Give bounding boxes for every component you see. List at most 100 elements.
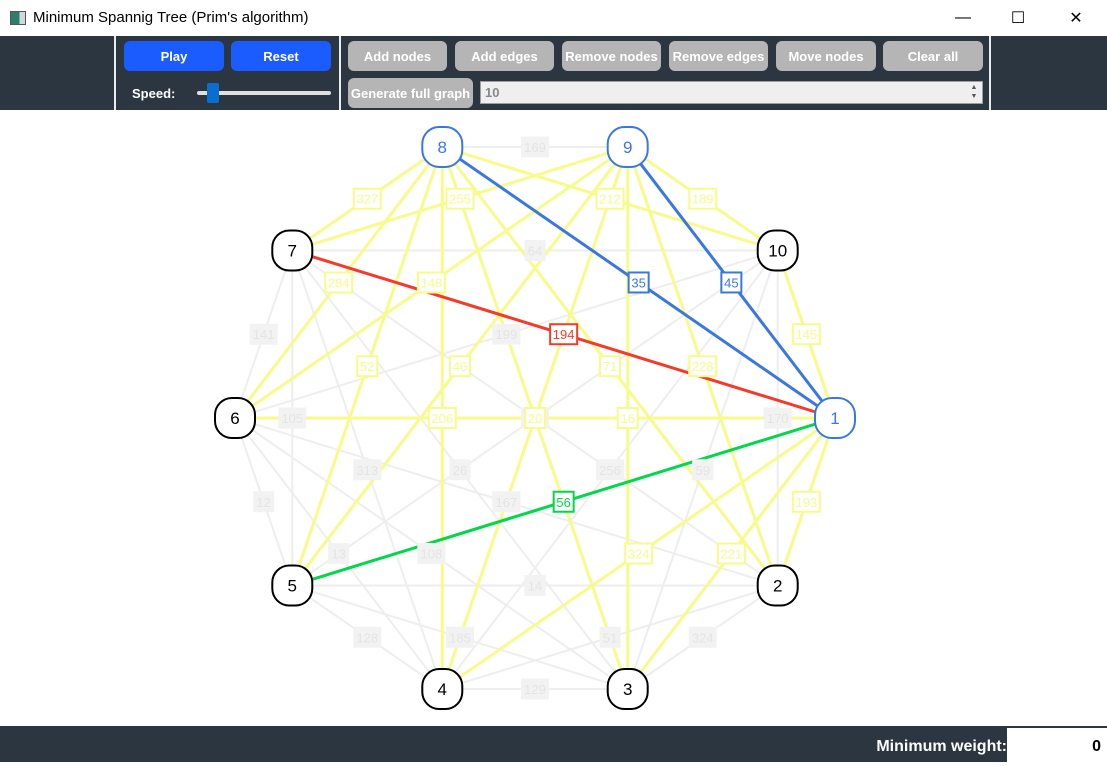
edge-weight-text: 256: [599, 463, 621, 478]
edge-weight-label: 148: [416, 271, 446, 294]
edge-weight-text: 327: [356, 192, 378, 207]
edge-weight-text: 199: [496, 327, 518, 342]
edge-weight-text: 170: [767, 411, 789, 426]
edge-weight-text: 206: [431, 411, 453, 426]
node-label: 1: [830, 409, 839, 428]
edge-weight-text: 13: [331, 547, 345, 562]
edge-weight-label: 324: [624, 542, 654, 565]
edge-weight-text: 221: [721, 547, 743, 562]
node-1[interactable]: 1: [814, 397, 856, 439]
generate-full-graph-button[interactable]: Generate full graph: [348, 78, 473, 108]
edge-weight-text: 105: [281, 411, 303, 426]
edge-weight-text: 228: [692, 359, 714, 374]
edge-weight-text: 26: [453, 463, 467, 478]
edge-weight-text: 45: [724, 275, 738, 290]
spin-arrows[interactable]: ▲ ▼: [968, 83, 980, 102]
minimum-weight-label: Minimum weight:: [876, 738, 1007, 755]
node-label: 7: [288, 241, 297, 260]
edge-weight-label: 20: [524, 407, 546, 429]
edge-weight-text: 284: [328, 275, 350, 290]
add-nodes-button[interactable]: Add nodes: [348, 41, 447, 71]
edge-weight-text: 194: [553, 327, 575, 342]
edge-weight-text: 12: [256, 495, 270, 510]
edge-weight-label: 64: [524, 239, 546, 261]
edge-weight-label: 59: [692, 459, 714, 481]
graph-canvas[interactable]: 1696410564517019913108313167256312265914…: [0, 110, 1107, 726]
edge-weight-label: 51: [599, 626, 621, 648]
edge-weight-text: 128: [356, 630, 378, 645]
edge-weight-label: 12: [253, 491, 275, 513]
edge-weight-text: 129: [524, 682, 546, 697]
minimize-button[interactable]: —: [940, 0, 986, 36]
node-label: 10: [768, 241, 787, 260]
node-count-spinbox[interactable]: 10 ▲ ▼: [480, 81, 983, 104]
edge-weight-label: 52: [356, 355, 379, 378]
edge-weight-label: 194: [549, 323, 579, 346]
edge-weight-label: 212: [595, 187, 625, 210]
node-label: 8: [438, 138, 447, 157]
edge-weight-text: 324: [692, 630, 714, 645]
edge-weight-text: 64: [528, 243, 542, 258]
edge-weight-label: 170: [763, 407, 792, 429]
edge-weight-label: 169: [521, 136, 549, 158]
node-6[interactable]: 6: [214, 397, 256, 439]
node-label: 5: [288, 577, 297, 596]
edge-weight-label: 206: [427, 407, 457, 429]
title-bar: Minimum Spannig Tree (Prim's algorithm) …: [0, 0, 1107, 36]
node-3[interactable]: 3: [606, 668, 649, 711]
node-5[interactable]: 5: [271, 564, 314, 607]
move-nodes-button[interactable]: Move nodes: [776, 41, 876, 71]
reset-button[interactable]: Reset: [231, 41, 331, 71]
edge-weight-label: 35: [627, 271, 650, 294]
edge-weight-label: 256: [596, 459, 624, 481]
edge-weight-label: 71: [599, 355, 621, 378]
node-label: 2: [773, 577, 782, 596]
edge-weight-label: 193: [791, 490, 821, 513]
edge-weight-label: 45: [720, 271, 743, 294]
maximize-button[interactable]: ☐: [995, 0, 1041, 36]
edge-weight-label: 189: [688, 187, 718, 210]
edge-weight-label: 14: [524, 575, 546, 597]
clear-all-button[interactable]: Clear all: [883, 41, 983, 71]
node-10[interactable]: 10: [756, 229, 799, 272]
close-button[interactable]: ✕: [1053, 0, 1099, 36]
node-4[interactable]: 4: [421, 668, 464, 711]
edge-weight-text: 59: [695, 463, 709, 478]
edge-weight-text: 169: [524, 140, 546, 155]
edge-weight-text: 51: [603, 630, 617, 645]
edge-weight-text: 71: [603, 359, 617, 374]
edge-weight-text: 20: [528, 411, 542, 426]
play-button[interactable]: Play: [124, 41, 224, 71]
speed-label: Speed:: [132, 86, 176, 101]
edge-weight-text: 145: [796, 327, 818, 342]
node-2[interactable]: 2: [756, 564, 799, 607]
edge-weight-text: 35: [631, 275, 645, 290]
edge-weight-label: 105: [278, 407, 307, 429]
edge-weight-text: 189: [692, 192, 714, 207]
edge-weight-label: 26: [449, 459, 471, 481]
add-edges-button[interactable]: Add edges: [455, 41, 554, 71]
edge-weight-text: 108: [421, 547, 443, 562]
remove-edges-button[interactable]: Remove edges: [669, 41, 768, 71]
node-7[interactable]: 7: [271, 229, 314, 272]
edge-weight-label: 141: [249, 323, 278, 345]
edge-weight-label: 13: [328, 543, 350, 565]
remove-nodes-button[interactable]: Remove nodes: [562, 41, 661, 71]
edge-weight-label: 185: [446, 626, 474, 648]
edge-weight-label: 145: [791, 323, 821, 346]
edge-weight-label: 284: [324, 271, 354, 294]
edge-weight-label: 167: [492, 491, 521, 513]
speed-slider-handle[interactable]: [207, 83, 219, 103]
node-label: 6: [230, 409, 239, 428]
maximize-icon: ☐: [1010, 10, 1026, 27]
edge-weight-text: 185: [449, 630, 471, 645]
edge-weight-label: 16: [616, 407, 639, 429]
edge-weight-text: 56: [556, 495, 570, 510]
edge-weight-text: 16: [620, 411, 634, 426]
edge-weight-text: 46: [453, 359, 467, 374]
edge-weight-label: 255: [445, 187, 475, 210]
edge-weight-text: 324: [628, 547, 650, 562]
node-9[interactable]: 9: [606, 125, 649, 168]
node-8[interactable]: 8: [421, 125, 464, 168]
edge-weight-label: 56: [552, 490, 575, 513]
